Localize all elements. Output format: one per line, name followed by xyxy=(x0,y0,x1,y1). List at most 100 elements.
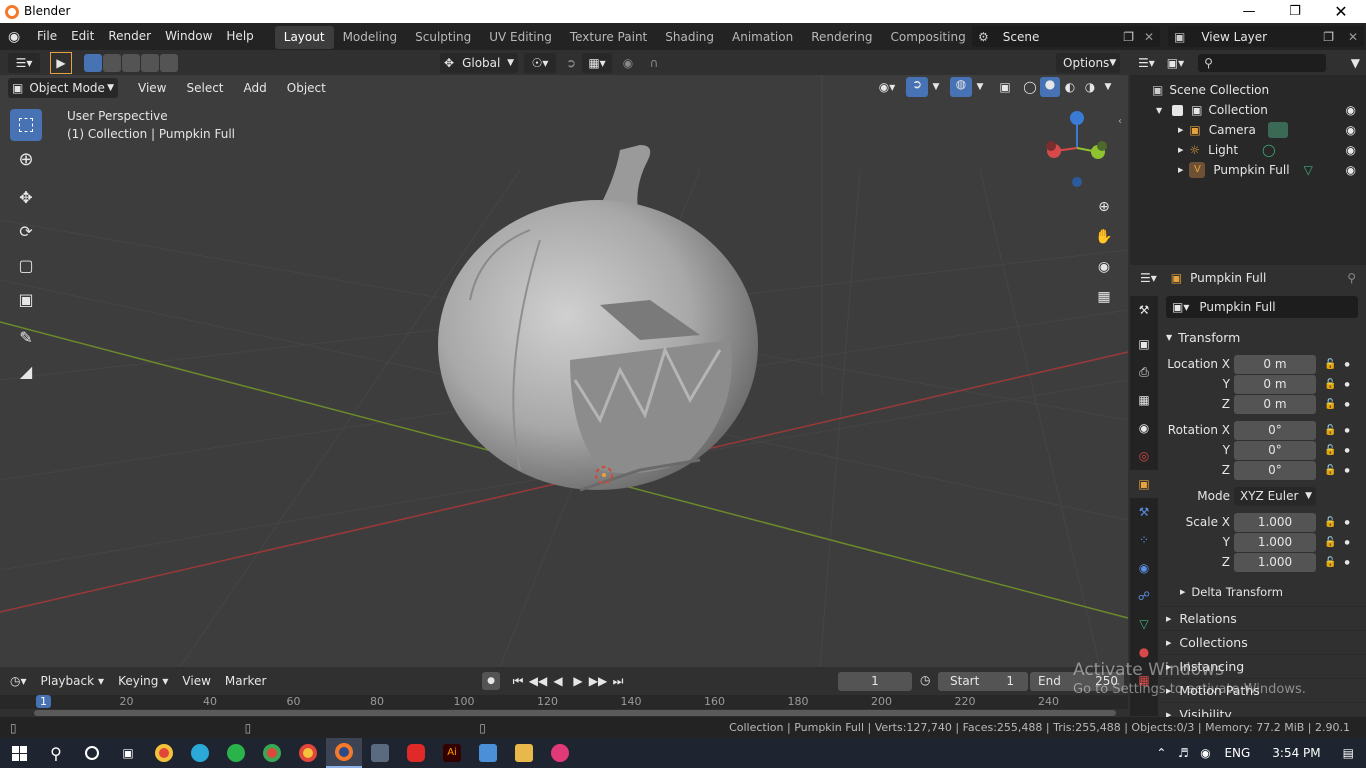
lock-icon[interactable]: 🔓 xyxy=(1324,399,1336,410)
camera-view-icon[interactable]: ◉ xyxy=(1092,252,1116,282)
camera-data-icon[interactable] xyxy=(1267,122,1288,138)
minimize-button[interactable]: — xyxy=(1226,0,1272,23)
jump-end-icon[interactable]: ⏭ xyxy=(608,674,628,689)
editor-type-button[interactable]: ☰▾ xyxy=(8,52,40,73)
chevron-down-icon[interactable]: ▼ xyxy=(972,82,988,92)
scale-tool[interactable]: ▢ xyxy=(10,249,42,281)
cursor-tool[interactable]: ⊕ xyxy=(10,143,42,175)
task-view-icon[interactable]: ▣ xyxy=(110,738,146,768)
lock-icon[interactable]: 🔓 xyxy=(1324,517,1336,528)
keyframe-dot-icon[interactable]: ● xyxy=(1344,447,1349,454)
mode-new-icon[interactable] xyxy=(84,53,102,72)
outliner-item-pumpkin[interactable]: ▶ V Pumpkin Full ▽ ◉ xyxy=(1130,160,1366,180)
outliner-search-field[interactable]: ⚲ xyxy=(1198,53,1327,72)
editor-type-icon[interactable]: ☰▾ xyxy=(1138,56,1155,70)
modifier-tab-icon[interactable]: ⚒ xyxy=(1130,498,1158,526)
playhead-marker[interactable]: 1 xyxy=(36,695,51,708)
timeline-menu-marker[interactable]: Marker xyxy=(225,674,266,688)
panel-collections[interactable]: ▶ Collections xyxy=(1162,630,1366,654)
transform-tool[interactable]: ▣ xyxy=(10,283,42,315)
tray-chevron-icon[interactable]: ⌃ xyxy=(1150,746,1172,760)
expand-icon[interactable]: ▶ xyxy=(1178,166,1183,174)
rotation-y-field[interactable]: 0° xyxy=(1234,440,1316,460)
tab-layout[interactable]: Layout xyxy=(274,26,334,49)
ortho-grid-icon[interactable]: ▦ xyxy=(1092,282,1116,312)
lock-icon[interactable]: 🔓 xyxy=(1324,379,1336,390)
keyframe-dot-icon[interactable]: ● xyxy=(1344,467,1349,474)
editor-type-icon[interactable]: ◷▾ xyxy=(10,674,27,688)
display-mode-icon[interactable]: ▣▾ xyxy=(1167,56,1184,70)
navigation-gizmo[interactable] xyxy=(1046,111,1107,187)
lock-icon[interactable]: 🔓 xyxy=(1324,445,1336,456)
pumpkin-mesh[interactable] xyxy=(438,145,758,492)
proportional-edit-icon[interactable]: ◉ xyxy=(618,53,638,73)
panel-relations[interactable]: ▶ Relations xyxy=(1162,606,1366,630)
constraints-tab-icon[interactable]: ☍ xyxy=(1130,582,1158,610)
keyframe-dot-icon[interactable]: ● xyxy=(1344,361,1349,368)
tab-compositing[interactable]: Compositing xyxy=(881,26,974,49)
rotate-tool[interactable]: ⟳ xyxy=(10,215,42,247)
snap-dropdown[interactable]: ▦▾ xyxy=(582,53,612,73)
select-box-tool[interactable] xyxy=(10,109,42,141)
keyframe-dot-icon[interactable]: ● xyxy=(1344,401,1349,408)
lock-icon[interactable]: 🔓 xyxy=(1324,465,1336,476)
3d-viewport[interactable]: User Perspective (1) Collection | Pumpki… xyxy=(0,50,1128,667)
viewport-menu-view[interactable]: View xyxy=(128,81,176,95)
youtube-icon[interactable] xyxy=(398,738,434,768)
next-keyframe-icon[interactable]: ▶▶ xyxy=(588,674,608,688)
menu-file[interactable]: File xyxy=(30,23,64,50)
visibility-eye-icon[interactable]: ◉ xyxy=(1346,103,1356,117)
rotation-x-field[interactable]: 0° xyxy=(1234,420,1316,440)
gallery-icon[interactable] xyxy=(470,738,506,768)
rendered-shading-icon[interactable]: ◑ xyxy=(1080,80,1100,94)
remove-view-layer-icon[interactable]: ✕ xyxy=(1348,30,1358,44)
pivot-dropdown[interactable]: ☉▾ xyxy=(524,53,556,73)
mode-dropdown[interactable]: ▣ Object Mode ▼ xyxy=(8,77,118,98)
location-z-field[interactable]: 0 m xyxy=(1234,394,1316,414)
world-tab-icon[interactable]: ◎ xyxy=(1130,442,1158,470)
location-x-field[interactable]: 0 m xyxy=(1234,354,1316,374)
menu-window[interactable]: Window xyxy=(158,23,219,50)
scale-x-field[interactable]: 1.000 xyxy=(1234,512,1316,532)
keyframe-dot-icon[interactable]: ● xyxy=(1344,427,1349,434)
edge-icon[interactable] xyxy=(182,738,218,768)
keyframe-dot-icon[interactable]: ● xyxy=(1344,381,1349,388)
outliner-collection[interactable]: ▼ ▣ Collection ◉ xyxy=(1130,100,1366,120)
lock-icon[interactable]: 🔓 xyxy=(1324,359,1336,370)
tab-modeling[interactable]: Modeling xyxy=(334,26,407,49)
rotation-mode-dropdown[interactable]: XYZ Euler ▼ xyxy=(1234,486,1316,506)
search-icon[interactable]: ⚲ xyxy=(38,738,74,768)
filter-icon[interactable]: ▼ xyxy=(1351,56,1360,70)
notification-icon[interactable]: ▤ xyxy=(1343,746,1354,760)
keyframe-dot-icon[interactable]: ● xyxy=(1344,539,1349,546)
mode-subtract-icon[interactable] xyxy=(122,53,140,72)
options-dropdown[interactable]: Options ▼ xyxy=(1056,53,1120,73)
falloff-icon[interactable]: ∩ xyxy=(640,53,668,73)
pan-hand-icon[interactable]: ✋ xyxy=(1092,222,1116,252)
keyframe-dot-icon[interactable]: ● xyxy=(1344,519,1349,526)
scale-y-field[interactable]: 1.000 xyxy=(1234,532,1316,552)
chevron-down-icon[interactable]: ▼ xyxy=(928,82,944,92)
blender-taskbar-icon[interactable] xyxy=(326,738,362,768)
move-tool[interactable]: ✥ xyxy=(10,181,42,213)
chrome-icon[interactable] xyxy=(146,738,182,768)
current-frame-field[interactable]: 1 xyxy=(838,672,912,691)
timeline-menu-playback[interactable]: Playback ▾ xyxy=(41,674,105,688)
select-tool-icon[interactable]: ▶ xyxy=(50,51,72,74)
tab-texture-paint[interactable]: Texture Paint xyxy=(561,26,656,49)
rotation-z-field[interactable]: 0° xyxy=(1234,460,1316,480)
volume-icon[interactable]: ♬ xyxy=(1172,746,1194,760)
visibility-eye-icon[interactable]: ◉ xyxy=(1346,123,1356,137)
editor-type-icon[interactable]: ☰▾ xyxy=(1140,271,1157,285)
tab-animation[interactable]: Animation xyxy=(723,26,802,49)
expand-icon[interactable]: ▶ xyxy=(1178,146,1183,154)
visibility-icon[interactable]: ◉▾ xyxy=(872,80,902,94)
scale-z-field[interactable]: 1.000 xyxy=(1234,552,1316,572)
jump-start-icon[interactable]: ⏮ xyxy=(508,674,528,689)
tab-rendering[interactable]: Rendering xyxy=(802,26,881,49)
viewport-menu-object[interactable]: Object xyxy=(277,81,336,95)
cortana-icon[interactable] xyxy=(74,738,110,768)
delta-transform-subpanel[interactable]: ▶ Delta Transform xyxy=(1162,582,1366,602)
stopwatch-icon[interactable]: ◷ xyxy=(920,673,930,687)
material-shading-icon[interactable]: ◐ xyxy=(1060,80,1080,94)
